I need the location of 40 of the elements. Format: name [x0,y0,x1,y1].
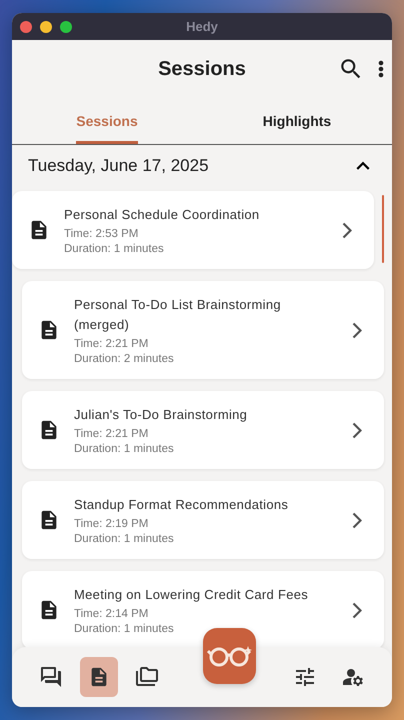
close-button[interactable] [20,20,32,32]
tab[interactable]: Highlights [202,98,392,144]
session-card[interactable]: Personal To-Do List Brainstorming (merged) Time: 2:21 PM Duration: 2 minutes [22,281,384,379]
chevron-right-icon [352,512,362,528]
session-duration: Duration: 1 minutes [74,443,175,455]
more-menu-button[interactable] [378,60,384,78]
session-duration: Duration: 1 minutes [74,623,175,635]
chevron-right-icon [342,222,352,238]
chat-icon [38,665,63,689]
session-time: Time: 2:19 PM [74,518,150,530]
folders-icon [134,665,159,689]
nav-button[interactable] [80,657,118,697]
chevron-right-icon [352,602,362,618]
session-card[interactable]: Personal Schedule Coordination Time: 2:53 PM Duration: 1 minutes [12,191,374,269]
session-duration: Duration: 1 minutes [74,533,175,545]
session-title: Julian's To-Do Brainstorming [74,406,248,424]
window-title: Hedy [186,19,218,34]
session-duration: Duration: 2 minutes [74,353,175,365]
session-time: Time: 2:21 PM [74,428,150,440]
minimize-button[interactable] [40,20,52,32]
glasses-icon [206,645,253,667]
session-card[interactable]: Meeting on Lowering Credit Card Fees Time: 2:14 PM Duration: 1 minutes [22,571,384,649]
session-time: Time: 2:21 PM [74,338,150,350]
chevron-right-icon [352,322,362,338]
more-icon [378,60,384,78]
zoom-button[interactable] [60,20,72,32]
chevron-right-icon [352,422,362,438]
session-title: Personal To-Do List Brainstorming (merged) [74,296,282,334]
date-heading: Tuesday, June 17, 2025 [28,156,209,176]
session-time: Time: 2:14 PM [74,608,150,620]
session-title: Standup Format Recommendations [74,496,290,514]
session-duration: Duration: 1 minutes [64,243,165,255]
page-title: Sessions [158,58,246,80]
session-card[interactable]: Standup Format Recommendations Time: 2:19 PM Duration: 1 minutes [22,481,384,559]
session-title: Personal Schedule Coordination [64,206,260,224]
session-card[interactable]: Julian's To-Do Brainstorming Time: 2:21 PM Duration: 1 minutes [22,391,384,469]
scrollbar[interactable] [382,195,384,263]
session-time: Time: 2:53 PM [64,228,140,240]
assistant-button[interactable] [203,628,256,684]
session-title: Meeting on Lowering Credit Card Fees [74,586,310,604]
